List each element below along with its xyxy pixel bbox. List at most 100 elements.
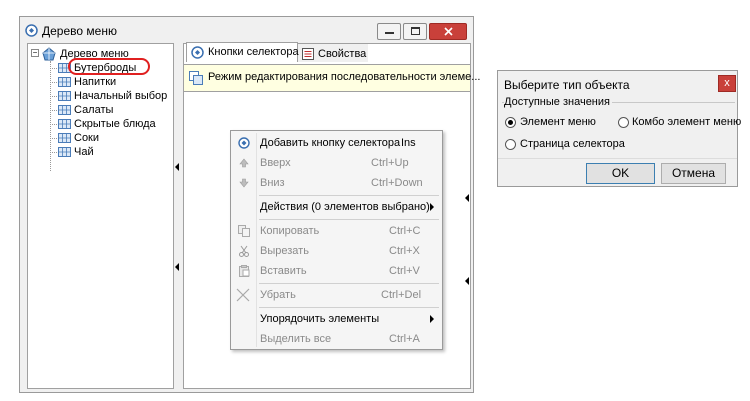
properties-icon bbox=[302, 48, 314, 60]
selector-page-icon bbox=[58, 119, 71, 129]
menu-item-shortcut: Ctrl+C bbox=[389, 225, 421, 237]
menu-item-actions[interactable]: Действия (0 элементов выбрано) bbox=[231, 198, 442, 216]
menu-item-label: Вырезать bbox=[260, 245, 309, 257]
edit-mode-info-bar: Режим редактирования последовательности … bbox=[184, 64, 480, 92]
menu-item-select-all[interactable]: Выделить все Ctrl+A bbox=[231, 330, 442, 348]
arrow-up-icon bbox=[239, 158, 249, 168]
tree-item-napitki[interactable]: Напитки bbox=[28, 75, 168, 89]
menu-item-remove[interactable]: Убрать Ctrl+Del bbox=[231, 286, 442, 304]
menu-item-shortcut: Ctrl+Up bbox=[371, 157, 409, 169]
collapse-right-icon[interactable] bbox=[465, 277, 469, 285]
menu-tree-root-icon bbox=[42, 47, 56, 61]
menu-separator bbox=[259, 195, 439, 196]
minimize-icon bbox=[385, 32, 394, 34]
close-icon: x bbox=[724, 77, 730, 89]
menu-item-label: Действия (0 элементов выбрано) bbox=[260, 201, 430, 213]
info-bar-text: Режим редактирования последовательности … bbox=[208, 71, 481, 83]
menu-separator bbox=[259, 307, 439, 308]
menu-item-up[interactable]: Вверх Ctrl+Up bbox=[231, 154, 442, 172]
menu-tree-panel: − Дерево меню Бутерброды Напитки Начальн… bbox=[27, 43, 174, 389]
tree-item-label: Соки bbox=[74, 132, 100, 144]
radio-label: Страница селектора bbox=[520, 138, 625, 150]
tab-label: Кнопки селектора bbox=[208, 46, 299, 58]
tree-item-chai[interactable]: Чай bbox=[28, 145, 168, 159]
submenu-arrow-icon bbox=[430, 203, 434, 211]
available-values-group: Доступные значения Элемент меню Комбо эл… bbox=[502, 96, 741, 153]
selector-page-icon bbox=[58, 105, 71, 115]
remove-icon bbox=[236, 288, 250, 302]
maximize-icon bbox=[411, 27, 420, 35]
menu-item-paste[interactable]: Вставить Ctrl+V bbox=[231, 262, 442, 280]
selector-page-icon bbox=[58, 147, 71, 157]
tree-item-label: Салаты bbox=[74, 104, 114, 116]
selector-page-icon bbox=[58, 133, 71, 143]
menu-item-label: Вставить bbox=[260, 265, 307, 277]
highlight-ring bbox=[68, 58, 150, 75]
radio-selector-page[interactable] bbox=[505, 139, 516, 150]
tree-item-buterbrody[interactable]: Бутерброды bbox=[28, 58, 168, 75]
collapse-right-icon[interactable] bbox=[465, 194, 469, 202]
menu-item-label: Копировать bbox=[260, 225, 320, 237]
panel-splitter[interactable] bbox=[175, 43, 181, 389]
ok-button[interactable]: OK bbox=[586, 163, 655, 184]
arrow-down-icon bbox=[239, 178, 249, 188]
tree-item-label: Скрытые блюда bbox=[74, 118, 156, 130]
menu-item-label: Вниз bbox=[260, 177, 285, 189]
tab-selector-buttons[interactable]: Кнопки селектора bbox=[186, 42, 299, 62]
menu-item-label: Убрать bbox=[260, 289, 296, 301]
minimize-button[interactable] bbox=[377, 23, 401, 40]
selector-page-icon bbox=[58, 91, 71, 101]
menu-item-shortcut: Ctrl+A bbox=[389, 333, 420, 345]
menu-item-cut[interactable]: Вырезать Ctrl+X bbox=[231, 242, 442, 260]
tab-properties[interactable]: Свойства bbox=[298, 44, 368, 62]
cancel-button[interactable]: Отмена bbox=[661, 163, 726, 184]
tree-item-label: Напитки bbox=[74, 76, 117, 88]
menu-item-shortcut: Ctrl+X bbox=[389, 245, 420, 257]
menu-item-label: Добавить кнопку селектора bbox=[260, 137, 401, 149]
app-icon bbox=[25, 24, 38, 37]
close-icon bbox=[444, 27, 453, 36]
maximize-button[interactable] bbox=[403, 23, 427, 40]
window-title: Дерево меню bbox=[42, 24, 117, 38]
context-menu: Добавить кнопку селектора Ins Вверх Ctrl… bbox=[230, 130, 443, 350]
paste-icon bbox=[239, 265, 250, 277]
tree-item-soki[interactable]: Соки bbox=[28, 131, 168, 145]
submenu-arrow-icon bbox=[430, 315, 434, 323]
radio-combo-menu-item[interactable] bbox=[618, 117, 629, 128]
select-object-type-dialog: Выберите тип объекта x Доступные значени… bbox=[497, 70, 741, 187]
tree-item-label: Чай bbox=[74, 146, 94, 158]
menu-item-label: Вверх bbox=[260, 157, 291, 169]
tree-item-skrytye-blyuda[interactable]: Скрытые блюда bbox=[28, 117, 168, 131]
menu-item-label: Упорядочить элементы bbox=[260, 313, 380, 325]
copy-icon bbox=[238, 225, 250, 237]
menu-item-sort-elements[interactable]: Упорядочить элементы bbox=[231, 310, 442, 328]
group-label: Доступные значения bbox=[504, 96, 612, 108]
menu-item-shortcut: Ctrl+V bbox=[389, 265, 420, 277]
dialog-close-button[interactable]: x bbox=[718, 75, 736, 92]
menu-item-shortcut: Ctrl+Down bbox=[371, 177, 423, 189]
collapse-left-icon[interactable] bbox=[175, 263, 179, 271]
menu-item-label: Выделить все bbox=[260, 333, 332, 345]
radio-menu-item[interactable] bbox=[505, 117, 516, 128]
menu-item-down[interactable]: Вниз Ctrl+Down bbox=[231, 174, 442, 192]
collapse-icon[interactable]: − bbox=[31, 49, 39, 57]
add-selector-icon bbox=[238, 137, 250, 149]
tree-item-nachalnyi-vybor[interactable]: Начальный выбор bbox=[28, 89, 168, 103]
radio-label: Элемент меню bbox=[520, 116, 596, 128]
selector-page-icon bbox=[58, 77, 71, 87]
menu-item-shortcut: Ins bbox=[401, 137, 416, 149]
title-bar[interactable]: Дерево меню bbox=[20, 17, 473, 45]
close-button[interactable] bbox=[429, 23, 467, 40]
menu-item-shortcut: Ctrl+Del bbox=[381, 289, 422, 301]
menu-separator bbox=[259, 283, 439, 284]
cut-icon bbox=[239, 245, 249, 257]
tree-item-label: Начальный выбор bbox=[74, 90, 168, 102]
selector-button-icon bbox=[191, 46, 204, 59]
sequence-edit-icon bbox=[189, 71, 203, 85]
tree-item-salaty[interactable]: Салаты bbox=[28, 103, 168, 117]
menu-item-add-selector-button[interactable]: Добавить кнопку селектора Ins bbox=[231, 134, 442, 152]
menu-separator bbox=[259, 219, 439, 220]
radio-label: Комбо элемент меню bbox=[632, 116, 742, 128]
collapse-left-icon[interactable] bbox=[175, 163, 179, 171]
menu-item-copy[interactable]: Копировать Ctrl+C bbox=[231, 222, 442, 240]
